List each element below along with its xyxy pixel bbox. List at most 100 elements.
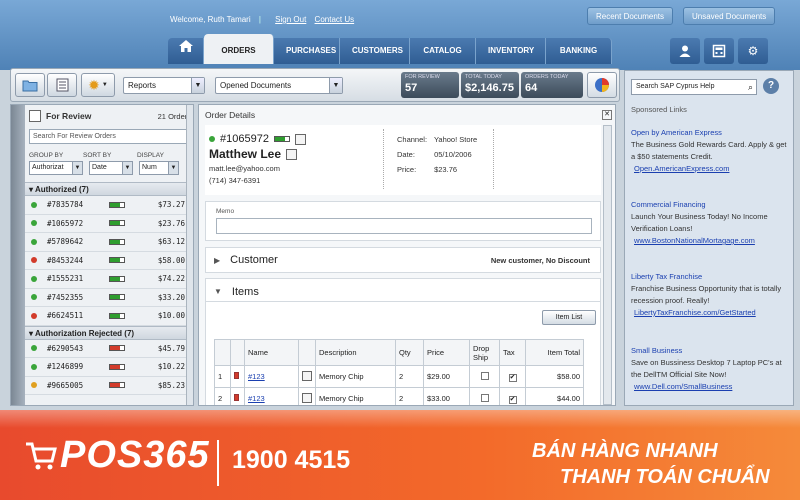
ad-url-link[interactable]: www.Dell.com/SmallBusiness (634, 381, 791, 393)
item-qty: 2 (395, 365, 424, 388)
reports-select[interactable]: Reports ▼ (123, 77, 205, 94)
sign-out-link[interactable]: Sign Out (275, 15, 306, 24)
search-orders-input[interactable]: Search For Review Orders (29, 129, 191, 144)
expand-arrow-icon: ▶ (214, 255, 221, 265)
items-section: Item List Name Description Qty Price Dro… (205, 301, 601, 405)
order-amount: $10.00 (157, 311, 185, 321)
stat-total-today[interactable]: Total Today $2,146.75 (461, 72, 519, 98)
order-row[interactable]: #7835784 $73.27 (25, 196, 193, 215)
settings-gear-icon[interactable]: ⚙ (738, 38, 768, 64)
main-tabs: ORDERS PURCHASES CUSTOMERS CATALOG INVEN… (168, 34, 612, 64)
customer-section-title: Customer (230, 254, 278, 266)
order-row[interactable]: #6290543 $45.79 (25, 340, 193, 358)
item-name[interactable]: #123 (248, 372, 265, 381)
ad-url-link[interactable]: Open.AmericanExpress.com (634, 163, 791, 175)
stat-for-review[interactable]: For Review 57 (401, 72, 459, 98)
customer-phone: (714) 347-6391 (209, 176, 261, 185)
item-notes-icon[interactable] (298, 365, 316, 388)
stat-orders-today[interactable]: Orders Today 64 (521, 72, 583, 98)
status-dot (31, 238, 37, 245)
order-row[interactable]: #9665005 $85.23 (25, 377, 193, 395)
col-icon (298, 339, 316, 366)
battery-icon (109, 382, 125, 389)
item-name-link[interactable]: #123 (244, 365, 299, 388)
pie-chart-icon[interactable] (587, 72, 617, 98)
order-group-header[interactable]: ▾ Authorized (7) (25, 182, 193, 196)
sort-by-select[interactable]: Date ▼ (89, 161, 133, 175)
ad-title-link[interactable]: Small Business (631, 345, 791, 357)
tax-checkbox[interactable]: ✔ (508, 373, 517, 382)
status-dot (31, 220, 37, 227)
sponsored-ad: Liberty Tax Franchise Franchise Business … (631, 271, 791, 319)
order-row[interactable]: #5789642 $63.12 (25, 233, 193, 252)
tax-checkbox[interactable]: ✔ (508, 395, 517, 404)
opened-documents-select[interactable]: Opened Documents ▼ (215, 77, 343, 94)
tab-catalog[interactable]: CATALOG (410, 38, 476, 64)
ad-title-link[interactable]: Liberty Tax Franchise (631, 271, 791, 283)
order-row[interactable]: #1246899 $10.22 (25, 358, 193, 377)
promo-banner: POS365 1900 4515 BÁN HÀNG NHANH THANH TO… (0, 410, 800, 500)
status-dot (31, 275, 37, 282)
battery-icon (109, 257, 125, 264)
order-row[interactable]: #1065972 $23.76 (25, 215, 193, 233)
search-icon[interactable]: ⌕ (748, 80, 753, 94)
order-group-header[interactable]: ▾ Authorization Rejected (7) (25, 325, 193, 340)
customer-section-header[interactable]: ▶ Customer New customer, No Discount (205, 247, 601, 273)
ad-url-link[interactable]: LibertyTaxFranchise.com/GetStarted (634, 307, 791, 319)
stat-label: Total Today (465, 74, 502, 80)
help-sidebar: Search SAP Cyprus Help ⌕ ? Sponsored Lin… (624, 70, 794, 406)
stat-label: For Review (405, 74, 440, 80)
contact-us-link[interactable]: Contact Us (315, 15, 355, 24)
tab-orders[interactable]: ORDERS (204, 34, 274, 64)
tab-banking[interactable]: BANKING (546, 38, 612, 64)
banner-divider (217, 440, 219, 486)
group-by-select[interactable]: Authorizat ▼ (29, 161, 83, 175)
ad-title-link[interactable]: Open by American Express (631, 127, 791, 139)
help-search-input[interactable]: Search SAP Cyprus Help ⌕ (631, 79, 757, 95)
customer-card-icon[interactable] (286, 148, 298, 160)
item-name-link[interactable]: #123 (244, 387, 299, 405)
tab-inventory[interactable]: INVENTORY (476, 38, 546, 64)
order-row[interactable]: #6624511 $10.00 (25, 307, 193, 326)
close-icon[interactable]: ✕ (602, 110, 612, 120)
left-scrollbar[interactable] (186, 105, 193, 405)
folder-icon[interactable] (15, 73, 45, 97)
sponsored-ad: Commercial Financing Launch Your Business… (631, 199, 791, 247)
drop-ship-checkbox[interactable] (480, 371, 489, 380)
gear-menu-icon[interactable]: ✹ ▼ (81, 73, 115, 97)
memo-input[interactable] (216, 218, 592, 234)
item-row[interactable]: 1 #123 Memory Chip 2 $29.00 ✔ $58.00 (214, 365, 584, 388)
item-total: $44.00 (525, 387, 584, 405)
tab-home[interactable] (168, 38, 204, 64)
display-select[interactable]: Num ▼ (139, 161, 179, 175)
item-price: $29.00 (423, 365, 470, 388)
memo-section: Memo (205, 201, 601, 241)
order-row[interactable]: #7452355 $33.20 (25, 289, 193, 307)
item-row[interactable]: 2 #123 Memory Chip 2 $33.00 ✔ $44.00 (214, 387, 584, 405)
ad-title-link[interactable]: Commercial Financing (631, 199, 791, 211)
order-row[interactable]: #1555231 $74.22 (25, 270, 193, 289)
customer-name[interactable]: Matthew Lee (209, 147, 281, 161)
calculator-icon[interactable] (704, 38, 734, 64)
help-icon[interactable]: ? (763, 78, 779, 94)
hotline-number: 1900 4515 (232, 446, 351, 474)
item-name[interactable]: #123 (248, 394, 265, 403)
order-row[interactable]: #8453244 $58.00 (25, 252, 193, 270)
item-list-button[interactable]: Item List (542, 310, 596, 325)
item-description: Memory Chip (315, 365, 396, 388)
item-notes-icon[interactable] (298, 387, 316, 405)
order-number: #7835784 (47, 200, 84, 210)
unsaved-documents-button[interactable]: Unsaved Documents (683, 7, 776, 25)
user-icon[interactable] (670, 38, 700, 64)
document-list-icon[interactable] (47, 73, 77, 97)
tab-customers[interactable]: CUSTOMERS (340, 38, 410, 64)
notes-icon[interactable] (294, 133, 306, 145)
recent-documents-button[interactable]: Recent Documents (587, 7, 674, 25)
top-header: Welcome, Ruth Tamari | Sign Out Contact … (0, 0, 800, 70)
drop-ship-checkbox[interactable] (480, 393, 489, 402)
ad-url-link[interactable]: www.BostonNationalMortagage.com (634, 235, 791, 247)
main-scrollbar[interactable] (603, 125, 612, 405)
tab-purchases[interactable]: PURCHASES (274, 38, 340, 64)
status-dot (31, 345, 37, 352)
customer-note: New customer, No Discount (490, 255, 590, 265)
